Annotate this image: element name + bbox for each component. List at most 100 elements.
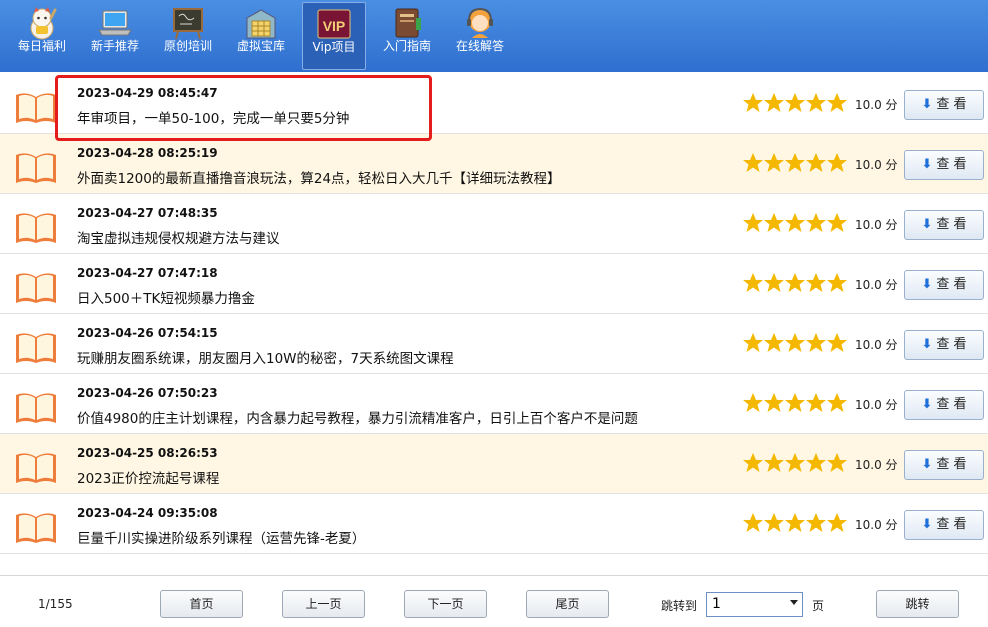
item-title[interactable]: 2023正价控流起号课程 <box>77 467 219 487</box>
view-button[interactable]: ⬇ 查 看 <box>904 270 984 300</box>
laptop-icon <box>98 10 132 36</box>
page-select[interactable]: 1 <box>706 592 803 617</box>
last-page-button[interactable]: 尾页 <box>526 590 609 618</box>
prev-page-button[interactable]: 上一页 <box>282 590 365 618</box>
view-button[interactable]: ⬇ 查 看 <box>904 390 984 420</box>
item-score: 10.0 分 <box>855 278 898 292</box>
book-icon <box>16 93 56 123</box>
book-icon <box>16 393 56 423</box>
view-button-label: 查 看 <box>936 217 967 232</box>
page-unit-label: 页 <box>812 599 825 613</box>
view-button-label: 查 看 <box>936 157 967 172</box>
page-select-value: 1 <box>712 596 721 612</box>
nav-item-newbie-recommend[interactable]: 新手推荐 <box>83 2 147 70</box>
rating-stars <box>743 453 847 472</box>
view-button-label: 查 看 <box>936 457 967 472</box>
support-agent-icon <box>467 7 493 38</box>
book-icon <box>16 333 56 363</box>
item-title[interactable]: 淘宝虚拟违规侵权规避方法与建议 <box>77 227 280 247</box>
view-button[interactable]: ⬇ 查 看 <box>904 450 984 480</box>
item-date: 2023-04-28 08:25:19 <box>77 146 218 160</box>
item-score: 10.0 分 <box>855 218 898 232</box>
rating-stars <box>743 213 847 232</box>
view-button[interactable]: ⬇ 查 看 <box>904 330 984 360</box>
item-date: 2023-04-26 07:54:15 <box>77 326 218 340</box>
item-title[interactable]: 巨量千川实操进阶级系列课程（运营先锋-老夏） <box>77 527 365 547</box>
item-date: 2023-04-27 07:48:35 <box>77 206 218 220</box>
item-date: 2023-04-24 09:35:08 <box>77 506 218 520</box>
nav-label: 原创培训 <box>163 39 212 53</box>
item-date: 2023-04-26 07:50:23 <box>77 386 218 400</box>
download-arrow-icon: ⬇ <box>921 217 933 232</box>
item-score: 10.0 分 <box>855 98 898 112</box>
item-score: 10.0 分 <box>855 398 898 412</box>
view-button[interactable]: ⬇ 查 看 <box>904 150 984 180</box>
item-score: 10.0 分 <box>855 458 898 472</box>
nav-item-beginner-guide[interactable]: 入门指南 <box>375 2 439 70</box>
nav-item-original-training[interactable]: 原创培训 <box>156 2 220 70</box>
rating-stars <box>743 273 847 292</box>
vip-badge-icon: VIP <box>317 9 351 39</box>
nav-label: 入门指南 <box>382 39 431 53</box>
next-page-button[interactable]: 下一页 <box>404 590 487 618</box>
download-arrow-icon: ⬇ <box>921 337 933 352</box>
view-button-label: 查 看 <box>936 277 967 292</box>
download-arrow-icon: ⬇ <box>921 517 933 532</box>
download-arrow-icon: ⬇ <box>921 97 933 112</box>
book-icon <box>16 453 56 483</box>
view-button[interactable]: ⬇ 查 看 <box>904 210 984 240</box>
chevron-down-icon <box>790 600 798 605</box>
nav-label: Vip项目 <box>312 40 356 54</box>
page-count: 1/155 <box>38 597 73 611</box>
item-title[interactable]: 价值4980的庄主计划课程，内含暴力起号教程，暴力引流精准客户，日引上百个客户不… <box>77 407 638 427</box>
item-score: 10.0 分 <box>855 158 898 172</box>
item-date: 2023-04-27 07:47:18 <box>77 266 218 280</box>
download-arrow-icon: ⬇ <box>921 157 933 172</box>
rating-stars <box>743 393 847 412</box>
book-icon <box>16 213 56 243</box>
first-page-button[interactable]: 首页 <box>160 590 243 618</box>
item-title[interactable]: 玩赚朋友圈系统课，朋友圈月入10W的秘密，7天系统图文课程 <box>77 347 454 367</box>
nav-item-virtual-treasury[interactable]: 虚拟宝库 <box>229 2 293 70</box>
download-arrow-icon: ⬇ <box>921 457 933 472</box>
nav-label: 虚拟宝库 <box>236 39 285 53</box>
nav-label: 每日福利 <box>17 39 66 53</box>
list-item: 2023-04-28 08:25:19 外面卖1200的最新直播撸音浪玩法，算2… <box>0 134 988 194</box>
view-button[interactable]: ⬇ 查 看 <box>904 90 984 120</box>
view-button-label: 查 看 <box>936 517 967 532</box>
jump-button[interactable]: 跳转 <box>876 590 959 618</box>
list-item: 2023-04-27 07:48:35 淘宝虚拟违规侵权规避方法与建议 10.0… <box>0 194 988 254</box>
treasure-shelf-icon <box>246 9 276 39</box>
top-nav-bar: 每日福利 新手推荐 原创培训 虚拟宝库 VIP Vip项目 入门指南 在线解答 <box>0 0 988 72</box>
item-date: 2023-04-25 08:26:53 <box>77 446 218 460</box>
book-icon <box>16 153 56 183</box>
nav-label: 在线解答 <box>455 39 504 53</box>
book-icon <box>16 273 56 303</box>
view-button[interactable]: ⬇ 查 看 <box>904 510 984 540</box>
item-title[interactable]: 外面卖1200的最新直播撸音浪玩法，算24点，轻松日入大几千【详细玩法教程】 <box>77 167 561 187</box>
jump-label: 跳转到 <box>661 599 698 613</box>
download-arrow-icon: ⬇ <box>921 397 933 412</box>
guide-book-icon <box>395 8 421 38</box>
book-icon <box>16 513 56 543</box>
list-item: 2023-04-26 07:54:15 玩赚朋友圈系统课，朋友圈月入10W的秘密… <box>0 314 988 374</box>
nav-label: 新手推荐 <box>90 39 139 53</box>
view-button-label: 查 看 <box>936 397 967 412</box>
rating-stars <box>743 153 847 172</box>
download-arrow-icon: ⬇ <box>921 277 933 292</box>
pagination-bar: 1/155 首页 上一页 下一页 尾页 跳转到 1 页 跳转 <box>0 575 988 627</box>
blackboard-icon <box>173 8 203 40</box>
item-title[interactable]: 日入500＋TK短视频暴力撸金 <box>77 287 255 307</box>
rating-stars <box>743 93 847 112</box>
nav-item-daily-welfare[interactable]: 每日福利 <box>10 2 74 70</box>
svg-text:VIP: VIP <box>323 18 346 34</box>
nav-item-vip-project[interactable]: VIP Vip项目 <box>302 2 366 70</box>
item-score: 10.0 分 <box>855 338 898 352</box>
nav-item-online-support[interactable]: 在线解答 <box>448 2 512 70</box>
view-button-label: 查 看 <box>936 337 967 352</box>
item-date: 2023-04-29 08:45:47 <box>77 86 218 100</box>
lucky-cat-icon <box>30 7 57 40</box>
list-item: 2023-04-29 08:45:47 年审项目，一单50-100，完成一单只要… <box>0 74 988 134</box>
item-title[interactable]: 年审项目，一单50-100，完成一单只要5分钟 <box>77 107 349 127</box>
list-item: 2023-04-26 07:50:23 价值4980的庄主计划课程，内含暴力起号… <box>0 374 988 434</box>
